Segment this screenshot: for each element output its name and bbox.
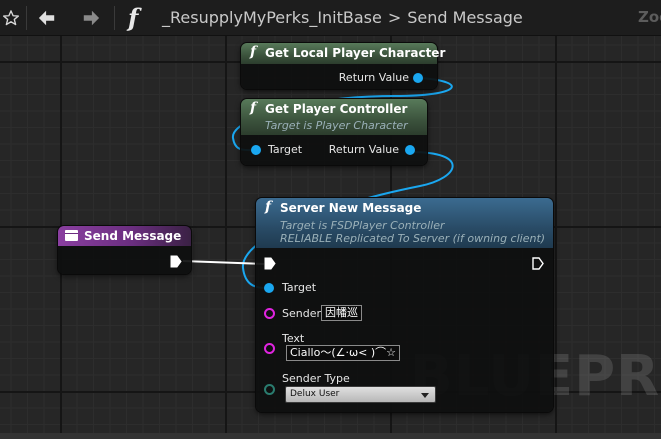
node-title: Server New Message — [280, 201, 422, 215]
toolbar-divider — [26, 6, 27, 30]
breadcrumb: _ResupplyMyPerks_InitBase > Send Message — [162, 8, 523, 27]
back-arrow-icon[interactable] — [36, 0, 58, 36]
exec-out-pin[interactable] — [532, 257, 544, 270]
star-icon[interactable] — [0, 0, 22, 36]
node-title: Get Player Controller — [265, 102, 408, 116]
horizontal-scrollbar[interactable] — [0, 433, 661, 439]
zoom-label: Zoom — [638, 8, 661, 26]
sender-type-value: Delux User — [290, 389, 340, 399]
pin-text[interactable] — [264, 343, 275, 354]
exec-out-pin[interactable] — [170, 255, 182, 268]
event-icon — [65, 230, 78, 241]
breadcrumb-current: Send Message — [407, 8, 523, 27]
node-header: f Get Player Controller Target is Player… — [241, 99, 427, 135]
node-get-local-player-character[interactable]: f Get Local Player Character Return Valu… — [241, 43, 445, 89]
pin-target[interactable] — [264, 283, 274, 293]
graph-breadcrumb-bar: f _ResupplyMyPerks_InitBase > Send Message… — [0, 0, 661, 36]
pin-label-target: Target — [282, 281, 317, 294]
function-icon: f — [265, 199, 272, 215]
node-header: Send Message — [58, 226, 191, 246]
sender-type-dropdown[interactable]: Delux User — [285, 386, 436, 403]
node-header: f Server New Message Target is FSDPlayer… — [256, 198, 553, 248]
pin-sender[interactable] — [264, 308, 275, 319]
node-subtitle-target: Target is FSDPlayer Controller — [280, 219, 445, 232]
breadcrumb-function[interactable]: _ResupplyMyPerks_InitBase — [162, 8, 382, 27]
node-subtitle: Target is Player Character — [265, 119, 408, 132]
pin-label-return-value: Return Value — [328, 143, 399, 156]
node-header: f Get Local Player Character — [241, 43, 445, 64]
node-title: Send Message — [84, 229, 182, 243]
blueprint-graph-canvas[interactable]: BLUEPRINT f Get Local Player Character R… — [0, 0, 661, 439]
pin-label-sender: Sender — [282, 307, 321, 320]
pin-label-text: Text — [282, 332, 305, 345]
node-server-new-message[interactable]: f Server New Message Target is FSDPlayer… — [256, 198, 553, 412]
node-subtitle-replication: RELIABLE Replicated To Server (if owning… — [280, 232, 546, 245]
function-icon: f — [250, 100, 257, 116]
pin-label-target: Target — [268, 143, 303, 156]
sender-input[interactable]: 因幡巡 — [321, 305, 362, 321]
pin-label-sender-type: Sender Type — [282, 372, 350, 385]
node-send-message-event[interactable]: Send Message — [58, 226, 191, 274]
pin-target[interactable] — [251, 145, 261, 155]
pin-sender-type[interactable] — [264, 384, 275, 395]
pin-return-value[interactable] — [413, 73, 423, 83]
function-icon: f — [250, 44, 257, 60]
chevron-down-icon — [421, 393, 429, 398]
pin-label-return-value: Return Value — [338, 71, 409, 84]
text-input[interactable]: Ciallo～(∠·ω< )⌒☆ — [286, 345, 401, 361]
breadcrumb-separator: > — [387, 8, 402, 27]
forward-arrow-icon[interactable] — [80, 0, 102, 36]
wire-exec — [182, 260, 265, 265]
toolbar-divider — [114, 6, 115, 30]
function-icon: f — [128, 3, 139, 32]
node-get-player-controller[interactable]: f Get Player Controller Target is Player… — [241, 99, 427, 165]
exec-in-pin[interactable] — [264, 257, 276, 270]
node-title: Get Local Player Character — [265, 46, 446, 60]
pin-return-value[interactable] — [405, 145, 415, 155]
